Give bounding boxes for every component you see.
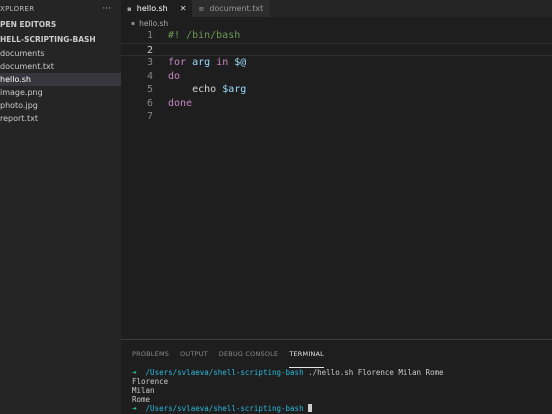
file-item-image-png[interactable]: image.png — [0, 86, 121, 99]
keyword: for — [168, 57, 187, 68]
terminal-output-line: Florence — [132, 377, 169, 386]
variable: arg — [192, 57, 211, 68]
line-number: 4 — [146, 70, 153, 82]
text-file-icon: ≡ — [198, 4, 205, 13]
prompt-arrow: ➜ — [132, 368, 137, 377]
keyword: in — [216, 57, 229, 68]
line-number: 7 — [146, 111, 153, 122]
explorer-header: XPLORER ··· — [0, 0, 121, 17]
terminal[interactable]: ➜ /Users/svlaeva/shell-scripting-bash ./… — [121, 368, 552, 413]
folder-section[interactable]: HELL-SCRIPTING-BASH — [0, 32, 121, 47]
close-icon[interactable]: ✕ — [180, 4, 187, 13]
line-number: 6 — [146, 97, 153, 109]
terminal-command-line: ➜ /Users/svlaeva/shell-scripting-bash ./… — [132, 368, 552, 377]
line-number: 3 — [146, 57, 153, 68]
terminal-command: ./hello.sh Florence Milan Rome — [308, 368, 444, 377]
variable: $arg — [222, 84, 247, 95]
prompt-path: /Users/svlaeva/shell-scripting-bash — [145, 368, 304, 377]
file-item-documents[interactable]: documents — [0, 47, 121, 60]
explorer-sidebar: XPLORER ··· PEN EDITORS HELL-SCRIPTING-B… — [0, 0, 121, 414]
panel-tabs: PROBLEMS OUTPUT DEBUG CONSOLE TERMINAL — [121, 340, 552, 368]
variable: $@ — [234, 57, 247, 68]
open-editors-section[interactable]: PEN EDITORS — [0, 17, 121, 32]
terminal-cursor — [308, 404, 313, 412]
tab-document-txt[interactable]: ≡ document.txt — [192, 0, 270, 17]
code-line: 1 #! /bin/bash — [121, 29, 552, 43]
code-line: 7 — [121, 110, 552, 124]
code-editor[interactable]: 1 #! /bin/bash 2 3 for arg in $@ 4 do 5 … — [121, 29, 552, 339]
tab-terminal[interactable]: TERMINAL — [289, 340, 324, 368]
file-item-photo-jpg[interactable]: photo.jpg — [0, 99, 121, 112]
file-item-document-txt[interactable]: document.txt — [0, 60, 121, 73]
terminal-file-icon: ▪ — [127, 4, 132, 13]
line-number: 5 — [146, 84, 153, 95]
tab-label: hello.sh — [136, 4, 168, 13]
file-item-report-txt[interactable]: report.txt — [0, 112, 121, 125]
line-number: 1 — [146, 30, 153, 41]
tab-output[interactable]: OUTPUT — [180, 340, 208, 368]
keyword: do — [168, 70, 181, 82]
code-line: 4 do — [121, 70, 552, 84]
shebang: #! /bin/bash — [168, 30, 241, 41]
terminal-output-line: Milan — [132, 386, 155, 395]
terminal-prompt-line: ➜ /Users/svlaeva/shell-scripting-bash — [132, 404, 552, 413]
code-line-current: 2 — [121, 42, 552, 56]
prompt-path: /Users/svlaeva/shell-scripting-bash — [145, 404, 304, 413]
tab-debug-console[interactable]: DEBUG CONSOLE — [219, 340, 279, 368]
explorer-title: XPLORER — [0, 4, 35, 13]
line-number: 2 — [146, 44, 153, 56]
terminal-file-icon: ▪ — [131, 19, 136, 27]
tab-hello-sh[interactable]: ▪ hello.sh ✕ — [121, 0, 193, 17]
terminal-output-line: Rome — [132, 395, 151, 404]
tab-label: document.txt — [209, 4, 264, 13]
tab-problems[interactable]: PROBLEMS — [132, 340, 169, 368]
breadcrumb[interactable]: ▪ hello.sh — [121, 17, 552, 29]
breadcrumb-file: hello.sh — [139, 18, 169, 28]
code-line: 6 done — [121, 97, 552, 111]
prompt-arrow: ➜ — [132, 404, 137, 413]
more-actions-icon[interactable]: ··· — [102, 4, 111, 14]
file-item-hello-sh[interactable]: hello.sh — [0, 73, 121, 86]
bottom-panel: PROBLEMS OUTPUT DEBUG CONSOLE TERMINAL ➜… — [121, 339, 552, 414]
code-line: 3 for arg in $@ — [121, 56, 552, 70]
editor-tab-bar: ▪ hello.sh ✕ ≡ document.txt — [121, 0, 552, 17]
code-line: 5 echo $arg — [121, 83, 552, 97]
keyword: done — [168, 97, 193, 109]
command: echo — [192, 84, 217, 95]
